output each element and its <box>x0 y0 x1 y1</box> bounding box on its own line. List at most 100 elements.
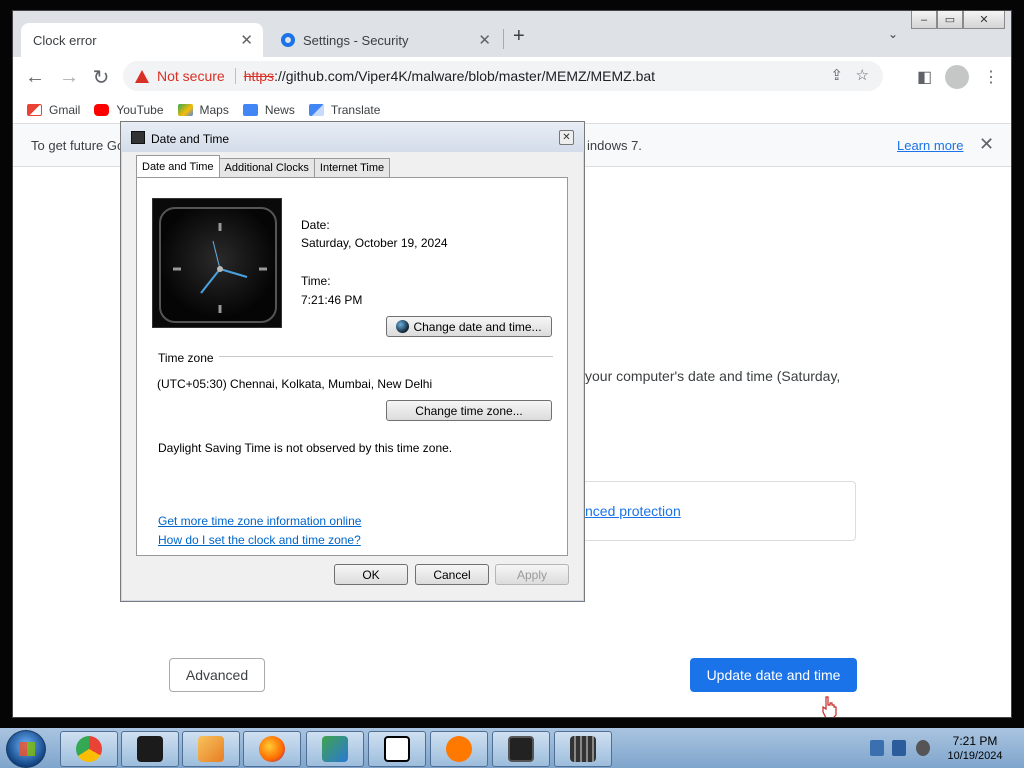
analog-clock <box>152 198 282 328</box>
close-window-button[interactable]: ✕ <box>963 11 1005 29</box>
time-zone-info-link[interactable]: Get more time zone information online <box>158 514 361 528</box>
warning-triangle-icon <box>135 69 149 83</box>
dialog-tabs: Date and Time Additional Clocks Internet… <box>136 155 391 177</box>
timezone-heading: Time zone <box>158 351 214 365</box>
tab-additional-clocks[interactable]: Additional Clocks <box>218 158 315 177</box>
how-to-set-clock-link[interactable]: How do I set the clock and time zone? <box>158 533 361 547</box>
bookmark-label: Translate <box>330 103 381 117</box>
bookmark-label: News <box>264 103 295 117</box>
tab-strip: Clock error ✕ Settings - Security ✕ + ⌄ … <box>13 11 1011 57</box>
bookmark-star-icon[interactable]: ☆ <box>856 66 869 84</box>
bookmark-news[interactable]: News <box>242 103 295 117</box>
url-scheme: https <box>243 68 275 84</box>
back-arrow-icon[interactable]: ← <box>21 63 49 91</box>
bookmark-youtube[interactable]: YouTube <box>94 103 164 117</box>
address-bar[interactable]: Not secure https ://github.com/Viper4K/m… <box>123 61 883 91</box>
url-text: ://github.com/Viper4K/malware/blob/maste… <box>274 68 656 84</box>
bookmark-label: Gmail <box>49 103 81 117</box>
taskbar-clock-date[interactable]: 10/19/2024 <box>940 750 1010 762</box>
share-icon[interactable]: ⇪ <box>830 66 843 84</box>
time-value: 7:21:46 PM <box>301 293 363 307</box>
enhanced-protection-link[interactable]: nced protection <box>585 503 681 519</box>
not-secure-label[interactable]: Not secure <box>157 68 225 84</box>
timezone-divider <box>219 356 553 357</box>
taskbar: 7:21 PM 10/19/2024 <box>0 728 1024 768</box>
tab-label: Settings - Security <box>303 32 409 48</box>
shield-globe-icon <box>396 320 410 333</box>
clock-error-description: your computer's date and time (Saturday, <box>585 368 841 384</box>
taskbar-7zip[interactable] <box>368 731 426 767</box>
learn-more-link[interactable]: Learn more <box>897 138 963 153</box>
calculator-icon <box>570 736 596 762</box>
button-label: Change date and time... <box>413 319 542 334</box>
bookmark-label: Maps <box>199 103 229 117</box>
window-controls: – ▭ ✕ <box>911 11 1005 29</box>
dialog-title: Date and Time <box>151 132 230 146</box>
side-panel-icon[interactable]: ◧ <box>917 67 932 87</box>
tab-search-chevron-icon[interactable]: ⌄ <box>888 27 898 41</box>
forward-arrow-icon[interactable]: → <box>55 63 83 91</box>
translate-icon <box>308 104 324 116</box>
taskbar-terminal[interactable] <box>121 731 179 767</box>
media-player-icon <box>198 736 224 762</box>
taskbar-avast[interactable] <box>430 731 488 767</box>
bookmark-gmail[interactable]: Gmail <box>27 103 80 117</box>
clock-face <box>159 207 277 323</box>
chrome-icon <box>76 736 102 762</box>
start-button[interactable] <box>6 730 46 768</box>
bookmark-label: YouTube <box>116 103 164 117</box>
date-label: Date: <box>301 218 330 232</box>
new-tab-button[interactable]: + <box>513 25 525 48</box>
taskbar-firefox[interactable] <box>243 731 301 767</box>
tab-clock-error[interactable]: Clock error ✕ <box>21 23 263 57</box>
tab-divider <box>503 29 504 49</box>
terminal-icon <box>137 736 163 762</box>
close-icon[interactable]: ✕ <box>240 31 253 49</box>
volume-icon[interactable] <box>916 740 930 756</box>
tab-internet-time[interactable]: Internet Time <box>313 158 391 177</box>
maximize-button[interactable]: ▭ <box>937 11 963 29</box>
taskbar-monitor[interactable] <box>492 731 550 767</box>
7zip-icon <box>384 736 410 762</box>
change-date-time-button[interactable]: Change date and time... <box>386 316 552 337</box>
taskbar-calculator[interactable] <box>554 731 612 767</box>
security-shield-icon[interactable] <box>870 740 884 756</box>
apply-button[interactable]: Apply <box>495 564 569 585</box>
ok-button[interactable]: OK <box>334 564 408 585</box>
taskbar-clock-time[interactable]: 7:21 PM <box>940 734 1010 748</box>
taskbar-network[interactable] <box>306 731 364 767</box>
time-label: Time: <box>301 274 331 288</box>
bookmark-maps[interactable]: Maps <box>177 103 229 117</box>
dialog-title-bar[interactable]: Date and Time ✕ <box>121 122 584 152</box>
network-icon <box>322 736 348 762</box>
date-time-panel: Date: Saturday, October 19, 2024 Time: 7… <box>136 177 568 556</box>
infobar-text-tail: indows 7. <box>587 138 642 153</box>
timezone-value: (UTC+05:30) Chennai, Kolkata, Mumbai, Ne… <box>157 377 433 391</box>
menu-kebab-icon[interactable]: ⋮ <box>983 67 999 87</box>
cancel-button[interactable]: Cancel <box>415 564 489 585</box>
firefox-icon <box>259 736 285 762</box>
change-time-zone-button[interactable]: Change time zone... <box>386 400 552 421</box>
update-date-time-button[interactable]: Update date and time <box>690 658 857 692</box>
network-tray-icon[interactable] <box>892 740 906 756</box>
tab-settings-security[interactable]: Settings - Security ✕ <box>269 23 501 57</box>
close-icon[interactable]: ✕ <box>979 134 994 155</box>
close-icon[interactable]: ✕ <box>559 130 574 145</box>
bookmark-translate[interactable]: Translate <box>308 103 381 117</box>
gear-icon <box>281 33 295 47</box>
minimize-button[interactable]: – <box>911 11 937 29</box>
advanced-button[interactable]: Advanced <box>169 658 265 692</box>
divider <box>234 68 236 84</box>
tab-label: Clock error <box>33 32 97 48</box>
bookmarks-bar: Gmail YouTube Maps News Translate <box>13 97 1011 123</box>
browser-toolbar: ← → ↻ Not secure https ://github.com/Vip… <box>13 57 1011 97</box>
gmail-icon <box>27 104 42 116</box>
close-icon[interactable]: ✕ <box>478 31 491 49</box>
tab-date-and-time[interactable]: Date and Time <box>136 155 220 177</box>
news-icon <box>242 104 258 116</box>
taskbar-chrome[interactable] <box>60 731 118 767</box>
profile-avatar[interactable] <box>945 65 969 89</box>
reload-icon[interactable]: ↻ <box>87 63 115 91</box>
clock-app-icon <box>131 131 145 144</box>
taskbar-media-player[interactable] <box>182 731 240 767</box>
